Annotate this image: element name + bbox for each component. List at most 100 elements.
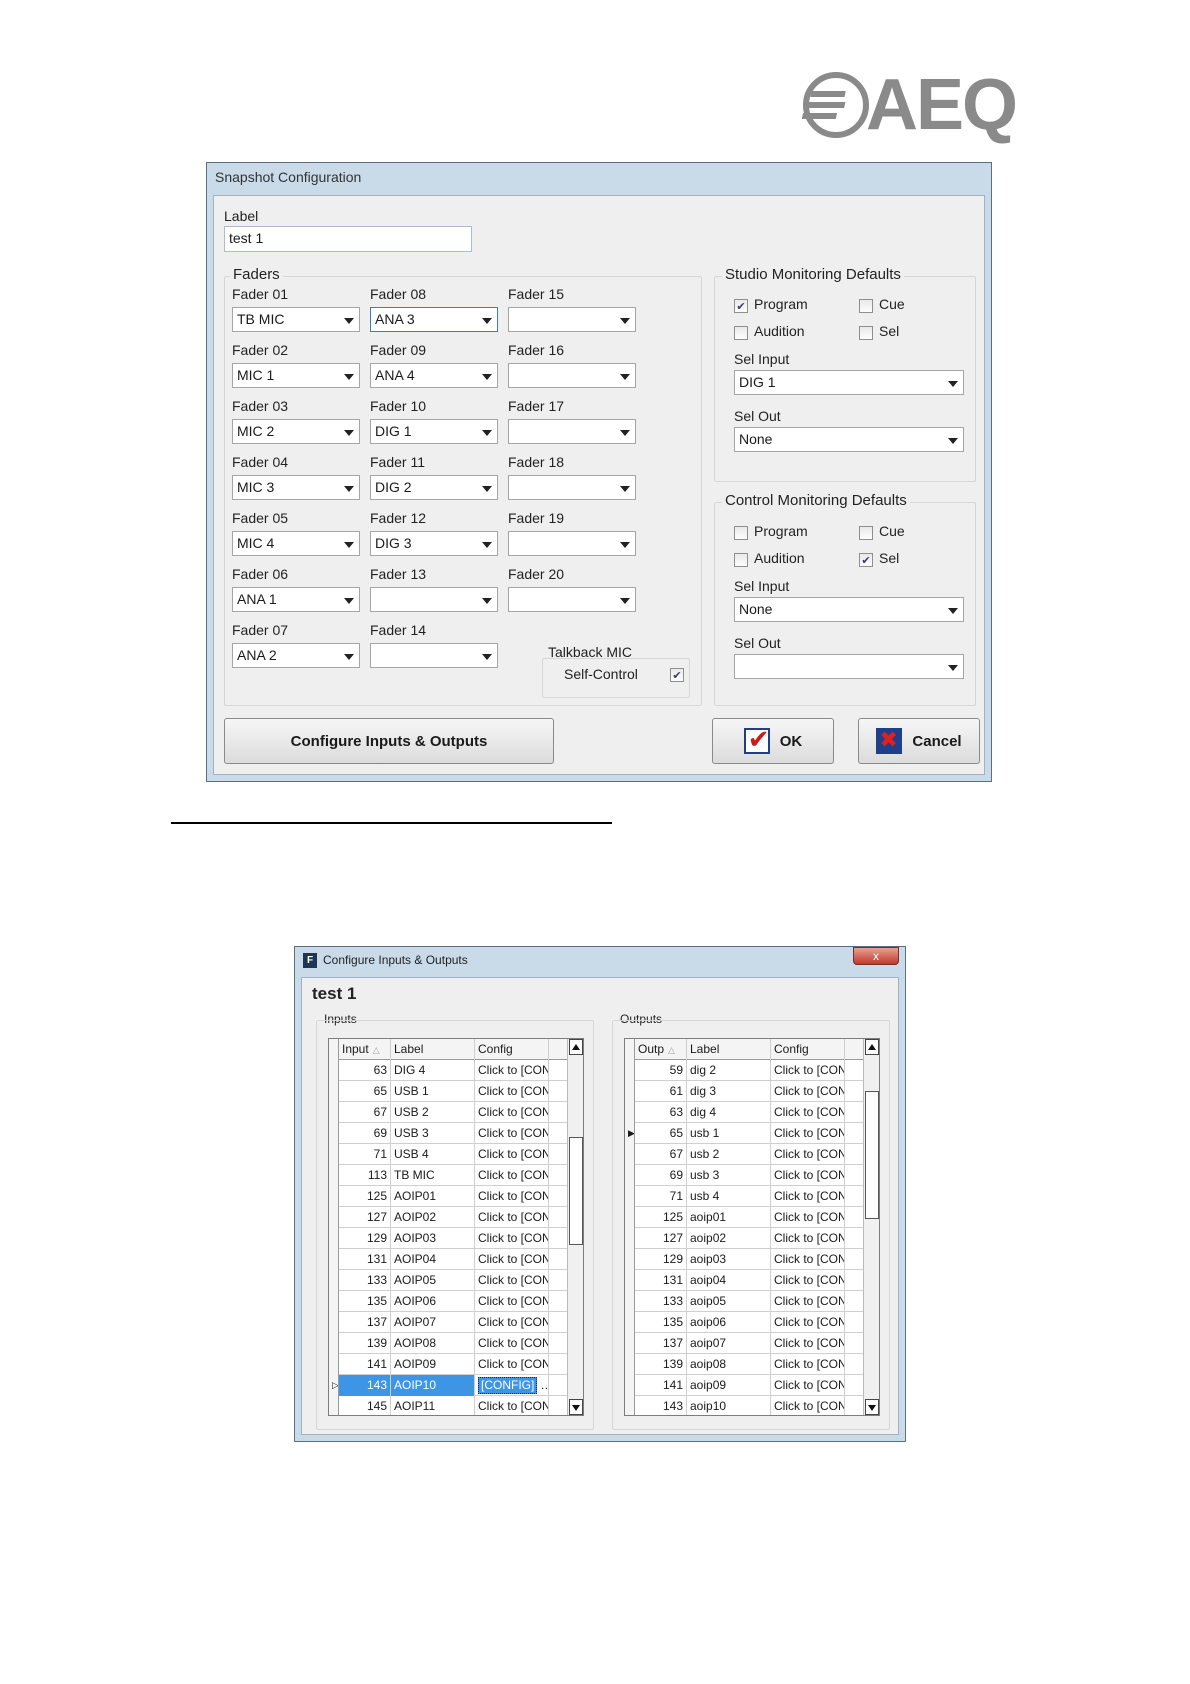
table-row[interactable]: ▷143AOIP10[CONFIG]… xyxy=(329,1375,583,1396)
table-row[interactable]: 145 AOIP11 Click to [CON xyxy=(329,1396,583,1415)
table-row[interactable]: 127 aoip02 Click to [CONI xyxy=(625,1228,879,1249)
row-selector[interactable] xyxy=(625,1144,635,1165)
row-config[interactable]: Click to [CON xyxy=(475,1060,549,1081)
row-config[interactable]: Click to [CON xyxy=(475,1228,549,1249)
row-selector[interactable] xyxy=(329,1165,339,1186)
scroll-up-arrow-icon[interactable] xyxy=(865,1039,879,1055)
outputs-column-header-config[interactable]: Config xyxy=(771,1039,845,1060)
control-audition-checkbox[interactable] xyxy=(734,553,748,567)
row-selector[interactable] xyxy=(329,1081,339,1102)
config-edit-field[interactable]: [CONFIG] xyxy=(478,1377,538,1394)
row-selector[interactable]: ▷ xyxy=(329,1375,339,1396)
row-selector[interactable] xyxy=(329,1249,339,1270)
row-selector[interactable] xyxy=(329,1228,339,1249)
row-selector[interactable] xyxy=(625,1060,635,1081)
studio-audition-checkbox[interactable] xyxy=(734,326,748,340)
row-selector[interactable] xyxy=(329,1312,339,1333)
row-selector[interactable] xyxy=(625,1228,635,1249)
fader-10-dropdown[interactable]: DIG 1 xyxy=(370,419,498,444)
control-sel-input-dropdown[interactable]: None xyxy=(734,597,964,622)
cancel-button[interactable]: Cancel xyxy=(858,718,980,764)
control-cue-checkbox[interactable] xyxy=(859,526,873,540)
control-sel-out-dropdown[interactable] xyxy=(734,654,964,679)
table-row[interactable]: 69 usb 3 Click to [CONI xyxy=(625,1165,879,1186)
row-config[interactable]: Click to [CONI xyxy=(771,1270,845,1291)
table-row[interactable]: 69 USB 3 Click to [CON xyxy=(329,1123,583,1144)
table-row[interactable]: 127 AOIP02 Click to [CON xyxy=(329,1207,583,1228)
outputs-column-header-label[interactable]: Label xyxy=(687,1039,771,1060)
row-selector[interactable] xyxy=(625,1102,635,1123)
fader-19-dropdown[interactable] xyxy=(508,531,636,556)
row-selector[interactable] xyxy=(625,1249,635,1270)
fader-01-dropdown[interactable]: TB MIC xyxy=(232,307,360,332)
studio-sel-checkbox[interactable] xyxy=(859,326,873,340)
row-config[interactable]: Click to [CON xyxy=(475,1207,549,1228)
inputs-column-header-label[interactable]: Label xyxy=(391,1039,475,1060)
table-row[interactable]: 131 AOIP04 Click to [CON xyxy=(329,1249,583,1270)
row-config[interactable]: Click to [CON xyxy=(475,1270,549,1291)
outputs-column-header-outp[interactable]: Outp △ xyxy=(635,1039,687,1060)
table-row[interactable]: 63 dig 4 Click to [CONI xyxy=(625,1102,879,1123)
control-sel-checkbox[interactable] xyxy=(859,553,873,567)
fader-08-dropdown[interactable]: ANA 3 xyxy=(370,307,498,332)
row-config[interactable]: Click to [CONI xyxy=(771,1354,845,1375)
table-row[interactable]: 137 aoip07 Click to [CONI xyxy=(625,1333,879,1354)
label-input[interactable]: test 1 xyxy=(224,226,472,252)
control-program-checkbox[interactable] xyxy=(734,526,748,540)
fader-03-dropdown[interactable]: MIC 2 xyxy=(232,419,360,444)
row-selector[interactable] xyxy=(625,1291,635,1312)
row-selector[interactable] xyxy=(625,1081,635,1102)
row-config[interactable]: Click to [CONI xyxy=(771,1144,845,1165)
row-config[interactable]: Click to [CON xyxy=(475,1396,549,1415)
row-config[interactable]: Click to [CON xyxy=(475,1123,549,1144)
fader-14-dropdown[interactable] xyxy=(370,643,498,668)
table-row[interactable]: 71 usb 4 Click to [CONI xyxy=(625,1186,879,1207)
table-row[interactable]: 67 usb 2 Click to [CONI xyxy=(625,1144,879,1165)
row-config[interactable]: Click to [CONI xyxy=(771,1102,845,1123)
row-config[interactable]: Click to [CONI xyxy=(771,1165,845,1186)
table-row[interactable]: ▶ 65 usb 1 Click to [CONI xyxy=(625,1123,879,1144)
row-config[interactable]: Click to [CONI xyxy=(771,1312,845,1333)
outputs-scrollbar[interactable] xyxy=(863,1039,879,1415)
row-selector[interactable] xyxy=(329,1060,339,1081)
scroll-thumb[interactable] xyxy=(865,1091,879,1219)
row-config[interactable]: Click to [CONI xyxy=(771,1375,845,1396)
row-selector[interactable] xyxy=(625,1312,635,1333)
row-config[interactable]: Click to [CON xyxy=(475,1186,549,1207)
studio-sel-out-dropdown[interactable]: None xyxy=(734,427,964,452)
fader-06-dropdown[interactable]: ANA 1 xyxy=(232,587,360,612)
row-config[interactable]: Click to [CONI xyxy=(771,1186,845,1207)
inputs-column-header-input[interactable]: Input △ xyxy=(339,1039,391,1060)
row-config[interactable]: Click to [CON xyxy=(475,1354,549,1375)
ellipsis-button[interactable]: … xyxy=(540,1378,548,1392)
fader-13-dropdown[interactable] xyxy=(370,587,498,612)
row-selector[interactable] xyxy=(329,1207,339,1228)
table-row[interactable]: 141 AOIP09 Click to [CON xyxy=(329,1354,583,1375)
row-selector[interactable] xyxy=(625,1396,635,1415)
fader-15-dropdown[interactable] xyxy=(508,307,636,332)
inputs-column-header-config[interactable]: Config xyxy=(475,1039,549,1060)
row-config[interactable]: Click to [CONI xyxy=(771,1249,845,1270)
row-config[interactable]: Click to [CONI xyxy=(771,1207,845,1228)
table-row[interactable]: 141 aoip09 Click to [CONI xyxy=(625,1375,879,1396)
table-row[interactable]: 133 aoip05 Click to [CONI xyxy=(625,1291,879,1312)
inputs-scrollbar[interactable] xyxy=(567,1039,583,1415)
table-row[interactable]: 113 TB MIC Click to [CON xyxy=(329,1165,583,1186)
row-config[interactable]: Click to [CONI xyxy=(771,1081,845,1102)
row-selector[interactable] xyxy=(625,1375,635,1396)
close-button[interactable]: x xyxy=(853,947,899,965)
row-config[interactable]: [CONFIG]… xyxy=(475,1375,549,1396)
table-row[interactable]: 135 aoip06 Click to [CONI xyxy=(625,1312,879,1333)
row-selector[interactable] xyxy=(329,1186,339,1207)
fader-16-dropdown[interactable] xyxy=(508,363,636,388)
table-row[interactable]: 143 aoip10 Click to [CONI xyxy=(625,1396,879,1415)
row-config[interactable]: Click to [CON xyxy=(475,1249,549,1270)
table-row[interactable]: 61 dig 3 Click to [CONI xyxy=(625,1081,879,1102)
row-config[interactable]: Click to [CONI xyxy=(771,1123,845,1144)
row-config[interactable]: Click to [CON xyxy=(475,1291,549,1312)
studio-sel-input-dropdown[interactable]: DIG 1 xyxy=(734,370,964,395)
scroll-down-arrow-icon[interactable] xyxy=(569,1399,583,1415)
scroll-thumb[interactable] xyxy=(569,1137,583,1245)
table-row[interactable]: 129 AOIP03 Click to [CON xyxy=(329,1228,583,1249)
fader-20-dropdown[interactable] xyxy=(508,587,636,612)
